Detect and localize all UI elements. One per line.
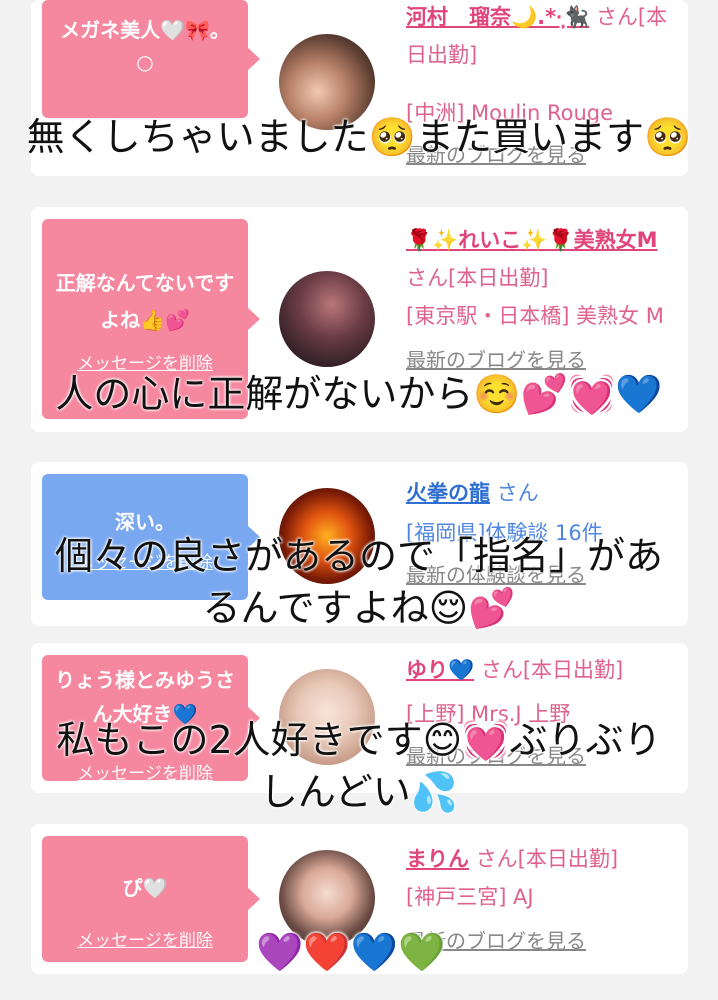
profile-name-link[interactable]: 河村 瑠奈🌙.*·̩͙🐈‍⬛ — [406, 5, 589, 29]
latest-blog-link[interactable]: 最新のブログを見る — [406, 922, 678, 960]
message-bubble: ぴ🤍 メッセージを削除 — [42, 836, 260, 962]
avatar[interactable] — [279, 271, 375, 367]
status-text: さん[本日出勤] — [475, 847, 619, 871]
message-text: 正解なんてないですよね👍💕 — [55, 271, 235, 332]
delete-message-link[interactable]: メッセージを削除 — [42, 349, 248, 374]
profile-name-link[interactable]: ゆり💙 — [406, 658, 474, 682]
message-text: ぴ🤍 — [122, 876, 168, 900]
caption-text-line-2: しんどい💦 — [259, 770, 459, 814]
message-text: 深い。 — [115, 510, 175, 534]
caption-text: 無くしちゃいました🥺また買います🥺 — [26, 115, 692, 159]
status-text: さん[本日出勤] — [480, 658, 624, 682]
message-bubble: メガネ美人🤍🎀。○ メッセージを削除 — [42, 0, 260, 139]
caption-text-line-1: 私もこの2人好きです😊💓ぶりぶり — [56, 718, 662, 762]
shop-link[interactable]: [東京駅・日本橋] 美熟女 M — [406, 297, 678, 335]
caption-emoji: 💜❤️💙💚 — [256, 930, 446, 974]
profile-name-link[interactable]: まりん — [406, 847, 469, 871]
status-text: さん[本日出勤] — [406, 266, 549, 290]
shop-link[interactable]: [神戸三宮] AJ — [406, 878, 678, 916]
profile-name-link[interactable]: 火拳の龍 — [406, 481, 490, 505]
caption-text: 人の心に正解がないから☺️💕💓💙 — [55, 372, 663, 416]
caption-text-line-1: 個々の良さがあるので「指名」があ — [54, 534, 663, 578]
message-text: メガネ美人🤍🎀。○ — [60, 18, 230, 74]
profile-name-link[interactable]: 🌹✨れいこ✨🌹美熟女M — [406, 228, 658, 252]
delete-message-link[interactable]: メッセージを削除 — [42, 926, 248, 951]
caption-text-line-2: るんですよね😌💕 — [202, 586, 516, 630]
status-text: さん — [496, 481, 539, 505]
